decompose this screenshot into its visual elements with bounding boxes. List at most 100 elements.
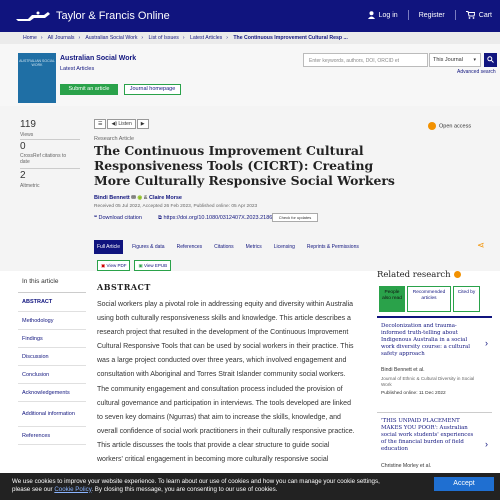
share-icon[interactable]: ⋖ [477, 240, 485, 251]
menu-button[interactable]: ☰ [94, 119, 107, 129]
crossref-label: CrossRef citations to date [20, 153, 67, 165]
email-icon[interactable]: ✉ [131, 195, 136, 201]
related-item-title[interactable]: Decolonization and trauma-informed truth… [377, 318, 477, 358]
tab-full-article[interactable]: Full Article [94, 240, 124, 254]
tab-reprints[interactable]: Reprints & Permissions [304, 240, 362, 254]
play-button[interactable]: ▶ [136, 119, 149, 129]
login-link[interactable]: Log in [367, 11, 398, 19]
related-item[interactable]: Decolonization and trauma-informed truth… [377, 316, 492, 412]
tab-figures[interactable]: Figures & data [129, 240, 168, 254]
download-citation-link[interactable]: ❝ Download citation [94, 215, 142, 221]
author-link[interactable]: Claire Morse [149, 195, 182, 201]
tab-references[interactable]: References [174, 240, 206, 254]
epub-icon: ▣ [138, 263, 143, 268]
in-this-article-nav: In this article ABSTRACT Methodology Fin… [18, 272, 86, 445]
chevron-right-icon: › [141, 35, 144, 41]
brand-logo[interactable]: Taylor & Francis Online [14, 9, 170, 23]
listen-button[interactable]: ◀) Listen [107, 119, 136, 129]
cover-text: AUSTRALIAN SOCIAL WORK [19, 59, 55, 67]
chevron-right-icon: › [182, 35, 185, 41]
abstract-text: Social workers play a pivotal role in ad… [97, 301, 355, 464]
advanced-search-link[interactable]: Advanced search [457, 69, 496, 75]
related-research-heading: Related research [377, 270, 492, 280]
tab-citations[interactable]: Citations [211, 240, 236, 254]
journal-cover[interactable]: AUSTRALIAN SOCIAL WORK [18, 53, 56, 103]
brand-name: Taylor & Francis Online [56, 10, 170, 22]
search-scope-select[interactable]: This Journal ▾ [429, 53, 481, 67]
open-access-badge: Open access [428, 122, 471, 130]
nav-item-additional-information[interactable]: Additional information [18, 402, 86, 427]
views-label: Views [20, 132, 34, 138]
breadcrumb-journal[interactable]: Australian Social Work [85, 35, 137, 41]
breadcrumb-latest[interactable]: Latest Articles [190, 35, 222, 41]
related-tabs: People also read Recommended articles Ci… [379, 286, 480, 312]
tab-licensing[interactable]: Licensing [271, 240, 298, 254]
chevron-right-icon[interactable]: › [485, 439, 488, 449]
breadcrumb-current: The Continuous Improvement Cultural Resp… [233, 35, 348, 41]
download-citation-label: Download citation [98, 215, 142, 221]
orcid-icon[interactable]: ◉ [137, 195, 142, 201]
article-type: Research Article [94, 136, 135, 142]
accept-cookies-button[interactable]: Accept [434, 477, 494, 491]
info-icon[interactable] [453, 271, 461, 278]
article-tabs: Full Article Figures & data References C… [94, 240, 362, 254]
login-label: Log in [378, 11, 398, 19]
journal-title[interactable]: Australian Social Work [60, 55, 136, 62]
nav-item-findings[interactable]: Findings [18, 330, 86, 348]
doi-label: https://doi.org/10.1080/0312407X.2023.21… [163, 215, 282, 221]
related-item-author: Bindi Bennett et al. [381, 367, 425, 373]
crossref-count: 0 [20, 141, 26, 152]
search-button[interactable] [484, 53, 497, 67]
breadcrumb: Home › All Journals › Australian Social Wo… [0, 32, 500, 44]
in-this-article-heading: In this article [18, 272, 86, 293]
nav-item-conclusion[interactable]: Conclusion [18, 366, 86, 384]
cart-label: Cart [478, 11, 492, 19]
tab-metrics[interactable]: Metrics [243, 240, 265, 254]
tab-cited-by[interactable]: Cited by [453, 286, 480, 312]
quote-icon: ❝ [94, 215, 97, 221]
nav-item-references[interactable]: References [18, 427, 86, 445]
related-item-author: Christine Morley et al. [381, 463, 432, 469]
play-icon: ▶ [140, 121, 145, 127]
related-item-title[interactable]: 'THIS UNPAID PLACEMENT MAKES YOU POOR': … [377, 413, 477, 453]
authors: Bindi Bennett ✉ ◉ & Claire Morse [94, 195, 182, 201]
listen-label: Listen [118, 121, 132, 127]
submit-article-button[interactable]: Submit an article [60, 84, 118, 95]
chevron-right-icon[interactable]: › [485, 338, 488, 348]
chevron-right-icon: › [40, 35, 43, 41]
doi-link[interactable]: ⧉ https://doi.org/10.1080/0312407X.2023.… [158, 215, 282, 222]
journal-subtitle: Latest Articles [60, 66, 95, 72]
author-separator: & [143, 195, 148, 201]
search-input[interactable]: Enter keywords, authors, DOI, ORCID et [303, 53, 428, 67]
related-research-title: Related research [377, 270, 451, 280]
tab-people-also-read[interactable]: People also read [379, 286, 405, 312]
author-link[interactable]: Bindi Bennett [94, 195, 130, 201]
breadcrumb-home[interactable]: Home [23, 35, 37, 41]
abstract-heading: ABSTRACT [97, 282, 151, 292]
nav-item-methodology[interactable]: Methodology [18, 312, 86, 330]
breadcrumb-all-journals[interactable]: All Journals [48, 35, 75, 41]
speaker-icon: ◀) [111, 121, 117, 127]
site-header: Taylor & Francis Online Log in Register … [0, 0, 500, 32]
tab-recommended-articles[interactable]: Recommended articles [407, 286, 451, 312]
cookie-policy-link[interactable]: Cookie Policy [54, 486, 91, 493]
chevron-right-icon: › [226, 35, 228, 41]
nav-item-discussion[interactable]: Discussion [18, 348, 86, 366]
view-epub-button[interactable]: ▣ View EPUB [134, 260, 172, 271]
view-pdf-button[interactable]: ▣ View PDF [97, 260, 131, 271]
nav-item-abstract[interactable]: ABSTRACT [18, 293, 86, 312]
breadcrumb-issues[interactable]: List of Issues [149, 35, 179, 41]
altmetric-label[interactable]: Altmetric [20, 183, 39, 189]
journal-homepage-button[interactable]: Journal homepage [124, 84, 181, 95]
register-link[interactable]: Register [419, 12, 445, 19]
related-item-published: Published online: 11 Dec 2022 [381, 391, 446, 396]
related-item[interactable]: 'THIS UNPAID PLACEMENT MAKES YOU POOR': … [377, 412, 492, 472]
cookie-text-post: . By closing this message, you are conse… [91, 485, 278, 493]
cart-link[interactable]: Cart [465, 11, 492, 19]
external-link-icon: ⧉ [158, 215, 162, 221]
check-updates-button[interactable]: Check for updates [272, 213, 318, 222]
nav-item-acknowledgements[interactable]: Acknowledgements [18, 384, 86, 402]
user-icon [367, 11, 375, 19]
cookie-text-pre: please see our [12, 485, 53, 493]
top-nav: Log in Register Cart [367, 10, 492, 20]
